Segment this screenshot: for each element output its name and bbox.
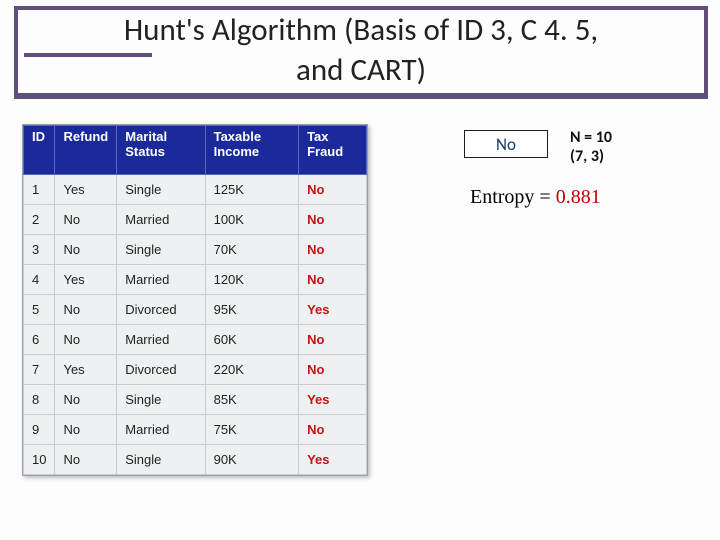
- cell-income: 120K: [205, 264, 298, 294]
- cell-id: 8: [24, 384, 55, 414]
- table-row: 6NoMarried60KNo: [24, 324, 367, 354]
- cell-refund: No: [55, 444, 117, 474]
- cell-income: 100K: [205, 204, 298, 234]
- table-row: 4YesMarried120KNo: [24, 264, 367, 294]
- cell-refund: No: [55, 204, 117, 234]
- root-n: N = 10: [570, 128, 612, 147]
- cell-fraud: Yes: [299, 294, 367, 324]
- cell-id: 7: [24, 354, 55, 384]
- table-row: 7YesDivorced220KNo: [24, 354, 367, 384]
- cell-refund: Yes: [55, 354, 117, 384]
- cell-marital: Married: [117, 324, 205, 354]
- cell-refund: No: [55, 294, 117, 324]
- table-header-row: ID Refund Marital Status Taxable Income …: [24, 126, 367, 175]
- entropy-value: 0.881: [556, 186, 601, 208]
- cell-fraud: No: [299, 414, 367, 444]
- cell-marital: Married: [117, 204, 205, 234]
- table-row: 3NoSingle70KNo: [24, 234, 367, 264]
- cell-marital: Single: [117, 444, 205, 474]
- col-id: ID: [24, 126, 55, 175]
- cell-refund: No: [55, 384, 117, 414]
- col-marital: Marital Status: [117, 126, 205, 175]
- table-row: 8NoSingle85KYes: [24, 384, 367, 414]
- col-income: Taxable Income: [205, 126, 298, 175]
- root-dist: (7, 3): [570, 147, 604, 166]
- col-refund: Refund: [55, 126, 117, 175]
- cell-marital: Single: [117, 234, 205, 264]
- cell-id: 2: [24, 204, 55, 234]
- cell-income: 220K: [205, 354, 298, 384]
- cell-fraud: No: [299, 234, 367, 264]
- cell-marital: Married: [117, 264, 205, 294]
- cell-marital: Single: [117, 384, 205, 414]
- cell-marital: Divorced: [117, 354, 205, 384]
- cell-marital: Married: [117, 414, 205, 444]
- cell-id: 10: [24, 444, 55, 474]
- training-data-table: ID Refund Marital Status Taxable Income …: [22, 124, 368, 476]
- cell-fraud: Yes: [299, 444, 367, 474]
- cell-income: 85K: [205, 384, 298, 414]
- slide-title: Hunt's Algorithm (Basis of ID 3, C 4. 5,…: [18, 10, 704, 93]
- title-underline-accent: [24, 53, 152, 57]
- cell-fraud: No: [299, 204, 367, 234]
- cell-refund: No: [55, 324, 117, 354]
- cell-refund: Yes: [55, 264, 117, 294]
- tree-root-node: No: [464, 130, 548, 158]
- cell-id: 9: [24, 414, 55, 444]
- cell-income: 60K: [205, 324, 298, 354]
- cell-fraud: No: [299, 174, 367, 204]
- col-fraud: Tax Fraud: [299, 126, 367, 175]
- cell-income: 70K: [205, 234, 298, 264]
- cell-refund: No: [55, 234, 117, 264]
- cell-fraud: No: [299, 264, 367, 294]
- cell-income: 125K: [205, 174, 298, 204]
- cell-fraud: No: [299, 354, 367, 384]
- cell-income: 95K: [205, 294, 298, 324]
- cell-fraud: No: [299, 324, 367, 354]
- table-row: 9NoMarried75KNo: [24, 414, 367, 444]
- cell-id: 4: [24, 264, 55, 294]
- cell-refund: No: [55, 414, 117, 444]
- cell-marital: Single: [117, 174, 205, 204]
- entropy-label: Entropy =: [470, 186, 556, 208]
- entropy-readout: Entropy = 0.881: [470, 186, 601, 209]
- title-line-2: and CART): [296, 51, 426, 89]
- cell-fraud: Yes: [299, 384, 367, 414]
- cell-id: 3: [24, 234, 55, 264]
- title-line-1: Hunt's Algorithm (Basis of ID 3, C 4. 5,: [124, 11, 598, 49]
- cell-income: 75K: [205, 414, 298, 444]
- table-row: 10NoSingle90KYes: [24, 444, 367, 474]
- table-row: 2NoMarried100KNo: [24, 204, 367, 234]
- root-node-stats: N = 10 (7, 3): [570, 128, 612, 166]
- cell-income: 90K: [205, 444, 298, 474]
- cell-id: 5: [24, 294, 55, 324]
- cell-id: 6: [24, 324, 55, 354]
- root-node-label: No: [496, 134, 516, 155]
- cell-marital: Divorced: [117, 294, 205, 324]
- table-row: 1YesSingle125KNo: [24, 174, 367, 204]
- table-row: 5NoDivorced95KYes: [24, 294, 367, 324]
- cell-id: 1: [24, 174, 55, 204]
- cell-refund: Yes: [55, 174, 117, 204]
